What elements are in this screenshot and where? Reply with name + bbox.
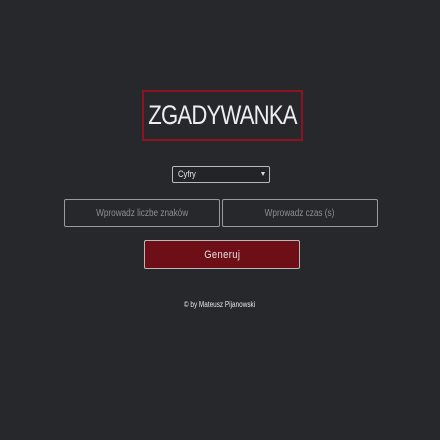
chars-count-placeholder: Wprowadz liczbe znaków: [95, 207, 189, 219]
page-title: ZGADYWANKA: [148, 100, 297, 130]
chevron-down-icon: [261, 172, 265, 176]
time-input[interactable]: Wprowadz czas (s): [222, 199, 378, 227]
generate-button[interactable]: Generuj: [144, 240, 300, 269]
mode-select-value: Cyfry: [178, 169, 196, 179]
footer-credit: © by Mateusz Pijanowski: [184, 300, 256, 309]
page: ZGADYWANKA Cyfry Wprowadz liczbe znaków …: [0, 0, 440, 440]
time-placeholder: Wprowadz czas (s): [265, 207, 335, 219]
mode-select[interactable]: Cyfry: [172, 166, 270, 183]
generate-button-label: Generuj: [203, 248, 241, 261]
title-box: ZGADYWANKA: [142, 90, 303, 141]
footer: © by Mateusz Pijanowski: [0, 300, 440, 309]
chars-count-input[interactable]: Wprowadz liczbe znaków: [64, 199, 220, 227]
